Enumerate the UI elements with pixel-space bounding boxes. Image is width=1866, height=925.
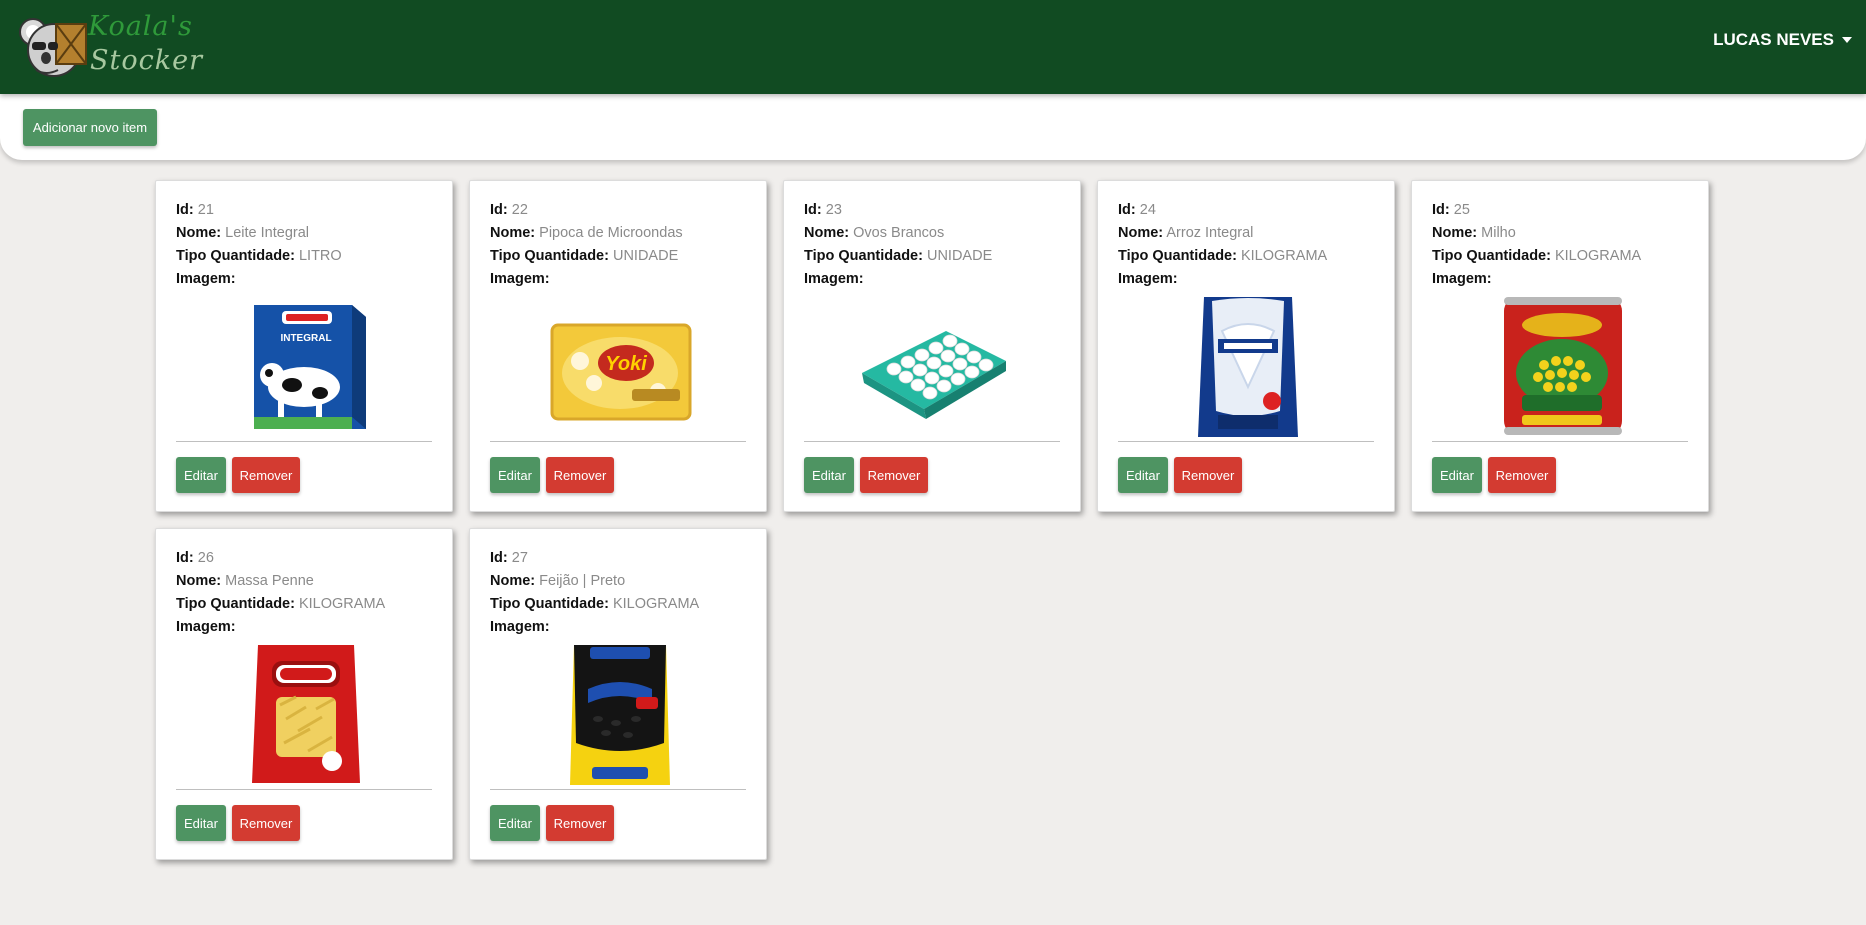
top-navbar: Koala's Stocker LUCAS NEVES [0,0,1866,94]
nome-label: Nome: [176,573,222,589]
id-label: Id: [176,202,194,218]
tipo-label: Tipo Quantidade: [804,248,923,264]
svg-text:INTEGRAL: INTEGRAL [280,333,331,344]
koala-icon [19,18,87,77]
item-card: Id: 21 Nome: Leite Integral Tipo Quantid… [155,180,453,512]
nome-value: Ovos Brancos [853,225,945,241]
item-card: Id: 26 Nome: Massa Penne Tipo Quantidade… [155,528,453,860]
app-title-line2: Stocker [90,45,203,76]
edit-button[interactable]: Editar [1118,457,1168,493]
tipo-value: UNIDADE [612,248,679,264]
nome-label: Nome: [490,573,536,589]
tipo-value: KILOGRAMA [1554,248,1642,264]
imagem-label: Imagem: [804,271,864,287]
user-menu[interactable]: LUCAS NEVES [1713,30,1852,50]
imagem-label: Imagem: [1118,271,1178,287]
id-value: 22 [511,202,528,218]
item-card: Id: 27 Nome: Feijão | Preto Tipo Quantid… [469,528,767,860]
remove-button[interactable]: Remover [546,457,614,493]
remove-button[interactable]: Remover [860,457,928,493]
tipo-label: Tipo Quantidade: [490,596,609,612]
tipo-label: Tipo Quantidade: [176,248,295,264]
tipo-value: UNIDADE [926,248,993,264]
add-item-button[interactable]: Adicionar novo item [23,109,157,146]
id-value: 26 [197,550,214,566]
edit-button[interactable]: Editar [490,457,540,493]
action-bar: Adicionar novo item [0,94,1866,160]
item-card: Id: 22 Nome: Pipoca de Microondas Tipo Q… [469,180,767,512]
id-value: 21 [197,202,214,218]
nome-label: Nome: [804,225,850,241]
remove-button[interactable]: Remover [232,457,300,493]
nome-value: Massa Penne [225,573,314,589]
card-divider [490,789,746,790]
edit-button[interactable]: Editar [490,805,540,841]
id-label: Id: [490,550,508,566]
id-label: Id: [176,550,194,566]
item-card: Id: 24 Nome: Arroz Integral Tipo Quantid… [1097,180,1395,512]
tipo-value: KILOGRAMA [298,596,386,612]
id-value: 24 [1139,202,1156,218]
remove-button[interactable]: Remover [546,805,614,841]
imagem-label: Imagem: [1432,271,1492,287]
edit-button[interactable]: Editar [804,457,854,493]
item-card: Id: 25 Nome: Milho Tipo Quantidade: KILO… [1411,180,1709,512]
egg-tray-image [862,331,1006,419]
imagem-label: Imagem: [490,619,550,635]
app-title-line1: Koala's [88,11,193,42]
tipo-value: KILOGRAMA [1240,248,1328,264]
tipo-label: Tipo Quantidade: [1118,248,1237,264]
nome-label: Nome: [490,225,536,241]
nome-label: Nome: [1432,225,1478,241]
imagem-label: Imagem: [176,619,236,635]
milk-carton-image: INTEGRAL [254,305,366,429]
tipo-label: Tipo Quantidade: [176,596,295,612]
tipo-value: KILOGRAMA [612,596,700,612]
edit-button[interactable]: Editar [1432,457,1482,493]
card-divider [176,441,432,442]
svg-text:Yoki: Yoki [605,353,647,375]
card-divider [490,441,746,442]
id-value: 25 [1453,202,1470,218]
card-divider [1432,441,1688,442]
nome-value: Arroz Integral [1166,225,1254,241]
imagem-label: Imagem: [176,271,236,287]
id-value: 23 [825,202,842,218]
nome-value: Leite Integral [225,225,309,241]
tipo-value: LITRO [298,248,342,264]
pasta-bag-image [252,645,360,783]
app-title: Koala's Stocker [88,10,203,78]
remove-button[interactable]: Remover [1174,457,1242,493]
popcorn-bag-image: Yoki [550,323,692,421]
id-label: Id: [490,202,508,218]
corn-can-image [1504,297,1622,435]
tipo-label: Tipo Quantidade: [1432,248,1551,264]
beans-bag-image [570,645,670,785]
item-card: Id: 23 Nome: Ovos Brancos Tipo Quantidad… [783,180,1081,512]
card-divider [1118,441,1374,442]
nome-value: Milho [1481,225,1516,241]
card-divider [804,441,1060,442]
nome-label: Nome: [176,225,222,241]
rice-bag-image [1198,297,1298,437]
card-divider [176,789,432,790]
id-label: Id: [1118,202,1136,218]
remove-button[interactable]: Remover [232,805,300,841]
nome-value: Pipoca de Microondas [539,225,683,241]
id-label: Id: [804,202,822,218]
imagem-label: Imagem: [490,271,550,287]
edit-button[interactable]: Editar [176,805,226,841]
chevron-down-icon [1842,37,1852,43]
id-label: Id: [1432,202,1450,218]
app-logo[interactable]: Koala's Stocker [18,10,202,82]
tipo-label: Tipo Quantidade: [490,248,609,264]
remove-button[interactable]: Remover [1488,457,1556,493]
nome-label: Nome: [1118,225,1164,241]
edit-button[interactable]: Editar [176,457,226,493]
nome-value: Feijão | Preto [539,573,626,589]
user-name: LUCAS NEVES [1713,30,1834,49]
id-value: 27 [511,550,528,566]
